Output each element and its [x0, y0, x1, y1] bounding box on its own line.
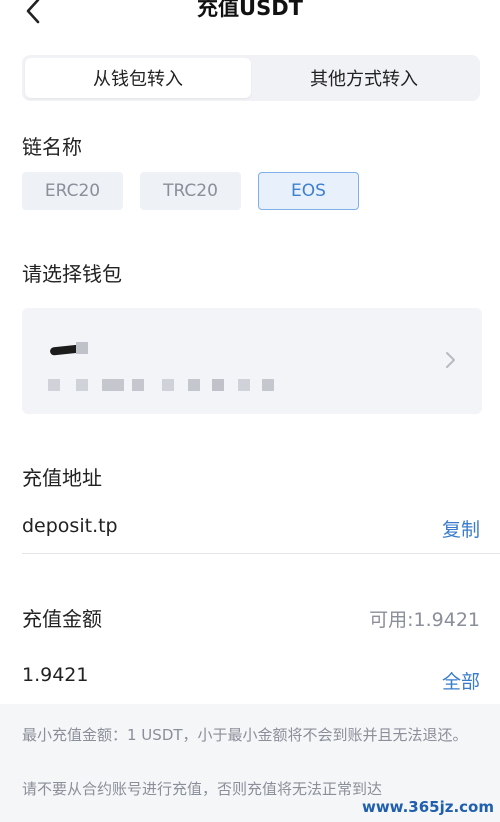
all-amount-button[interactable]: 全部: [442, 667, 480, 694]
divider: [22, 553, 500, 554]
tab-from-wallet[interactable]: 从钱包转入: [25, 58, 251, 98]
notes-section: 最小充值金额：1 USDT，小于最小金额将不会到账并且无法退还。 请不要从合约账…: [0, 704, 500, 822]
note-no-contract-account: 请不要从合约账号进行充值，否则充值将无法正常到达: [22, 780, 383, 798]
note-minimum-deposit: 最小充值金额：1 USDT，小于最小金额将不会到账并且无法退还。: [22, 726, 468, 744]
transfer-method-tabs: 从钱包转入 其他方式转入: [22, 55, 480, 101]
wallet-selector[interactable]: [22, 308, 482, 414]
amount-input[interactable]: 1.9421: [22, 664, 88, 686]
amount-label: 充值金额: [22, 607, 102, 631]
page-title: 充值USDT: [197, 0, 303, 20]
chain-selector: ERC20 TRC20 EOS: [22, 172, 359, 210]
copy-button[interactable]: 复制: [442, 515, 480, 542]
header-bar: 充值USDT: [0, 0, 500, 34]
watermark: www.365jz.com: [361, 798, 494, 816]
chain-option-erc20[interactable]: ERC20: [22, 172, 123, 210]
available-balance: 可用:1.9421: [369, 609, 480, 631]
chain-label: 链名称: [22, 135, 82, 159]
tab-other-methods[interactable]: 其他方式转入: [251, 58, 477, 98]
deposit-address-label: 充值地址: [22, 466, 102, 490]
chevron-right-icon: [446, 352, 455, 368]
chain-option-eos[interactable]: EOS: [258, 172, 359, 210]
wallet-label: 请选择钱包: [22, 262, 122, 286]
chain-option-trc20[interactable]: TRC20: [140, 172, 241, 210]
deposit-address-value: deposit.tp: [22, 515, 118, 537]
